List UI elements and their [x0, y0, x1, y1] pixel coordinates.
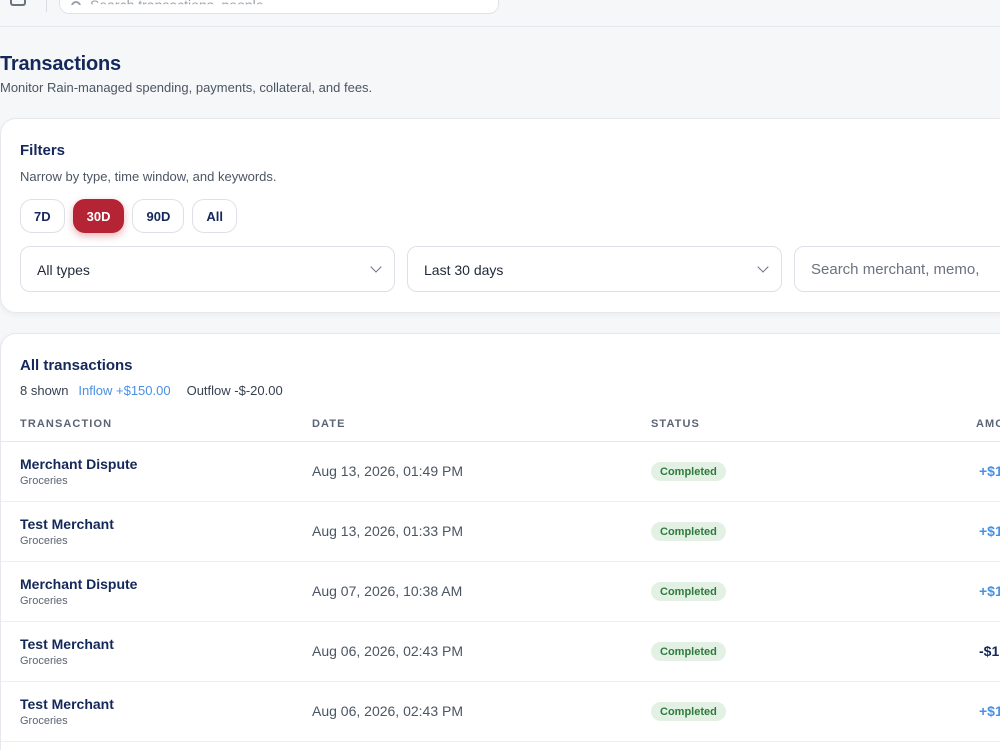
status-badge: Completed — [651, 642, 726, 661]
transaction-category: Groceries — [20, 475, 68, 487]
table-header: TRANSACTION DATE STATUS AMO — [1, 418, 1000, 442]
status-badge: Completed — [651, 522, 726, 541]
transaction-category: Groceries — [20, 595, 68, 607]
transaction-amount: -$1 — [979, 643, 1000, 659]
column-header-amount[interactable]: AMO — [976, 418, 1000, 430]
status-badge: Completed — [651, 702, 726, 721]
transaction-search-input[interactable]: Search merchant, memo, — [794, 246, 1000, 292]
table-row[interactable]: Test Merchant Groceries Aug 06, 2026, 02… — [1, 682, 1000, 742]
transaction-date: Aug 07, 2026, 10:38 AM — [312, 583, 463, 599]
transaction-amount: +$1 — [979, 523, 1000, 539]
range-90d-button[interactable]: 90D — [132, 199, 185, 233]
transaction-name: Test Merchant — [20, 516, 114, 532]
table-row[interactable]: Merchant Dispute Groceries Aug 13, 2026,… — [1, 442, 1000, 502]
transaction-date: Aug 13, 2026, 01:49 PM — [312, 463, 463, 479]
type-select[interactable]: All types — [20, 246, 395, 292]
status-badge: Completed — [651, 582, 726, 601]
transaction-date: Aug 06, 2026, 02:43 PM — [312, 703, 463, 719]
transaction-category: Groceries — [20, 715, 68, 727]
column-header-status[interactable]: STATUS — [651, 418, 700, 430]
menu-icon[interactable] — [10, 0, 26, 6]
type-select-value: All types — [37, 262, 90, 278]
transaction-category: Groceries — [20, 655, 68, 667]
transactions-title: All transactions — [20, 357, 133, 374]
transaction-name: Merchant Dispute — [20, 576, 138, 592]
transaction-category: Groceries — [20, 535, 68, 547]
global-search-placeholder: Search transactions, people — [90, 0, 264, 13]
filters-subtitle: Narrow by type, time window, and keyword… — [20, 169, 277, 184]
range-pills: 7D 30D 90D All — [20, 199, 237, 233]
transactions-summary: 8 shown Inflow +$150.00 Outflow -$-20.00 — [20, 383, 283, 398]
status-badge: Completed — [651, 462, 726, 481]
topbar-divider — [46, 0, 47, 12]
transaction-name: Test Merchant — [20, 636, 114, 652]
table-row[interactable]: Merchant Dispute Groceries Aug 07, 2026,… — [1, 562, 1000, 622]
outflow-total: Outflow -$-20.00 — [186, 383, 283, 398]
range-all-button[interactable]: All — [192, 199, 237, 233]
transactions-card: All transactions 8 shown Inflow +$150.00… — [0, 333, 1000, 750]
page-subtitle: Monitor Rain-managed spending, payments,… — [0, 80, 373, 95]
column-header-date[interactable]: DATE — [312, 418, 346, 430]
transaction-amount: +$1 — [979, 463, 1000, 479]
time-window-select-value: Last 30 days — [424, 262, 504, 278]
global-search-input[interactable]: Search transactions, people — [59, 0, 499, 14]
transaction-name: Merchant Dispute — [20, 456, 138, 472]
column-header-transaction[interactable]: TRANSACTION — [20, 418, 112, 430]
inflow-total: Inflow +$150.00 — [78, 383, 171, 398]
table-row[interactable]: Test Merchant Groceries Aug 13, 2026, 01… — [1, 502, 1000, 562]
range-30d-button[interactable]: 30D — [72, 199, 125, 233]
chevron-down-icon — [757, 261, 769, 273]
shown-count: 8 shown — [20, 383, 69, 398]
chevron-down-icon — [370, 261, 382, 273]
transaction-date: Aug 06, 2026, 02:43 PM — [312, 643, 463, 659]
search-icon — [71, 1, 81, 5]
range-7d-button[interactable]: 7D — [20, 199, 65, 233]
filters-title: Filters — [20, 142, 66, 159]
transaction-amount: +$1 — [979, 703, 1000, 719]
time-window-select[interactable]: Last 30 days — [407, 246, 782, 292]
transaction-search-placeholder: Search merchant, memo, — [811, 261, 980, 278]
table-row[interactable]: Test Merchant Groceries Aug 06, 2026, 02… — [1, 622, 1000, 682]
transaction-date: Aug 13, 2026, 01:33 PM — [312, 523, 463, 539]
top-bar: Search transactions, people — [0, 0, 1000, 27]
transaction-amount: +$1 — [979, 583, 1000, 599]
transaction-name: Test Merchant — [20, 696, 114, 712]
page-title: Transactions — [0, 53, 121, 75]
filters-card: Filters Narrow by type, time window, and… — [0, 118, 1000, 313]
